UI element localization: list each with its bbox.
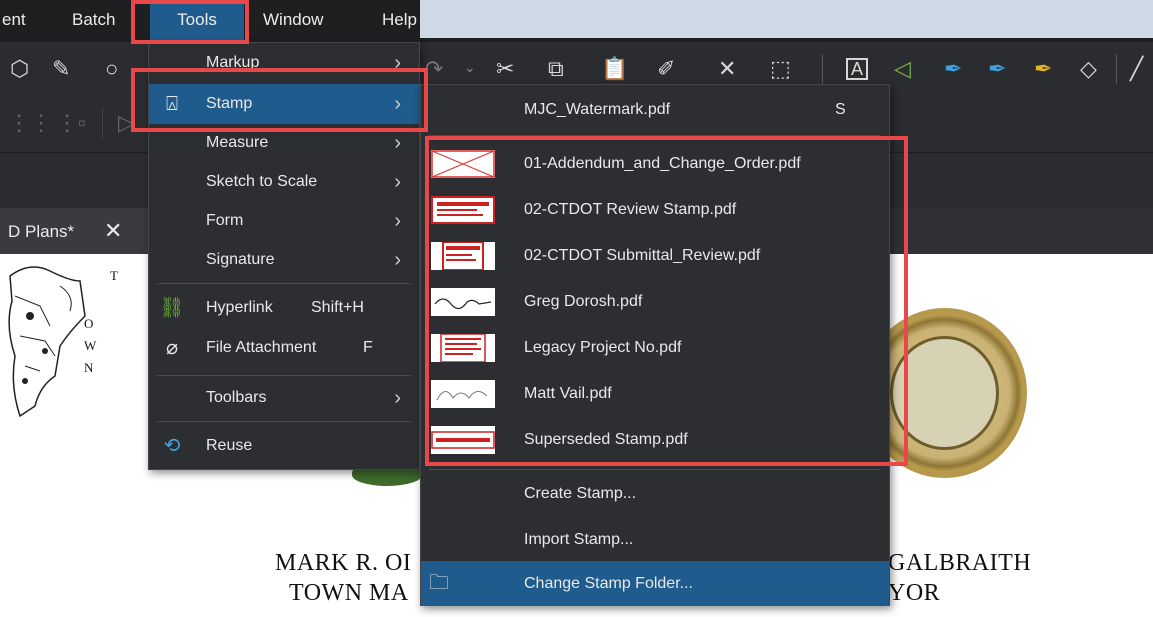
map-letter: N (84, 360, 94, 375)
search-icon[interactable]: ○ (105, 58, 118, 80)
menu-item-shortcut: F (363, 339, 373, 356)
stamp-item-shortcut: S (835, 101, 846, 118)
change-stamp-folder-item[interactable]: 🗀 Change Stamp Folder... (421, 561, 889, 606)
copy-icon[interactable]: ⧉ (548, 58, 564, 80)
pen-icon[interactable]: ✒ (944, 58, 962, 80)
annotation-stamps-list-highlight (425, 136, 908, 466)
stamp-action-label: Create Stamp... (524, 485, 637, 502)
stamp-item-label: MJC_Watermark.pdf (524, 101, 671, 118)
menu-window[interactable]: Window (263, 0, 323, 40)
menu-help[interactable]: Help (382, 0, 417, 40)
select-area-icon[interactable]: ⬚ (770, 58, 791, 80)
menu-item-label: Toolbars (206, 389, 267, 406)
import-stamp-item[interactable]: Import Stamp... (421, 517, 889, 562)
cube-icon[interactable]: ⬡ (10, 58, 29, 80)
eraser-icon[interactable]: ◇ (1080, 58, 1097, 80)
paste-icon[interactable]: 📋 (601, 58, 628, 80)
callout-icon[interactable]: ◁ (894, 58, 911, 80)
map-letter: W (84, 338, 97, 353)
menu-item-file-attachment[interactable]: ⌀ File Attachment F (149, 329, 419, 367)
menu-item-sketch-to-scale[interactable]: Sketch to Scale › (149, 163, 419, 201)
chevron-right-icon: › (394, 249, 401, 271)
paperclip-icon: ⌀ (165, 337, 179, 359)
edit-icon[interactable]: ✎ (52, 58, 70, 80)
chevron-right-icon: › (394, 387, 401, 409)
menu-item-label: Form (206, 212, 244, 229)
menu-item-toolbars[interactable]: Toolbars › (149, 379, 419, 417)
menu-document[interactable]: ent (2, 0, 26, 40)
town-map-drawing (8, 266, 86, 418)
menu-item-label: Sketch to Scale (206, 173, 318, 190)
signature-name-left: MARK R. OI (275, 550, 412, 576)
menu-item-signature[interactable]: Signature › (149, 241, 419, 279)
align-icon[interactable]: ⋮▫ (56, 112, 86, 134)
menu-item-label: Signature (206, 251, 275, 268)
menu-batch[interactable]: Batch (72, 0, 115, 40)
stamp-action-label: Import Stamp... (524, 531, 634, 548)
pen-alt-icon[interactable]: ✒ (988, 58, 1006, 80)
map-letter: T (110, 268, 119, 283)
menu-item-label: File Attachment (206, 339, 317, 356)
annotation-stamp-highlight (131, 68, 428, 132)
stamp-action-label: Change Stamp Folder... (524, 575, 693, 592)
folder-icon: 🗀 (429, 572, 449, 594)
menu-separator (157, 421, 411, 422)
menu-item-reuse[interactable]: ⟲ Reuse (149, 427, 419, 465)
document-tab-label: D Plans* (8, 222, 75, 241)
document-tab[interactable]: D Plans* ✕ (0, 208, 148, 254)
text-box-icon[interactable]: A (846, 58, 869, 80)
close-icon[interactable]: ✕ (104, 218, 122, 244)
highlighter-icon[interactable]: ✒ (1034, 58, 1052, 80)
menu-separator (157, 283, 411, 284)
menu-item-hyperlink[interactable]: ⛓ Hyperlink Shift+H (149, 289, 419, 327)
signature-title-right: YOR (888, 580, 941, 606)
signature-name-right: GALBRAITH (888, 550, 1032, 576)
menu-item-form[interactable]: Form › (149, 202, 419, 240)
cut-icon[interactable]: ✂ (496, 58, 514, 80)
stamp-item-watermark[interactable]: MJC_Watermark.pdf S (421, 87, 889, 132)
chevron-right-icon: › (394, 210, 401, 232)
signature-title-left: TOWN MA (289, 580, 409, 606)
menu-separator (429, 469, 881, 470)
menu-item-shortcut: Shift+H (311, 299, 364, 316)
redo-dropdown-icon[interactable]: ⌄ (464, 60, 476, 74)
map-letter: O (84, 316, 94, 331)
annotation-tools-highlight (131, 0, 249, 44)
menu-item-label: Reuse (206, 437, 253, 454)
grid-icon[interactable]: ⋮⋮ (8, 112, 52, 134)
create-stamp-item[interactable]: Create Stamp... (421, 471, 889, 516)
title-bar (420, 0, 1153, 38)
brush-icon[interactable]: ✐ (657, 58, 675, 80)
delete-icon[interactable]: ✕ (718, 58, 736, 80)
link-icon: ⛓ (159, 297, 185, 319)
chevron-right-icon: › (394, 171, 401, 193)
line-icon[interactable]: ╱ (1130, 58, 1143, 80)
reuse-icon: ⟲ (163, 435, 181, 457)
menu-item-label: Hyperlink (206, 299, 273, 316)
menu-separator (157, 375, 411, 376)
